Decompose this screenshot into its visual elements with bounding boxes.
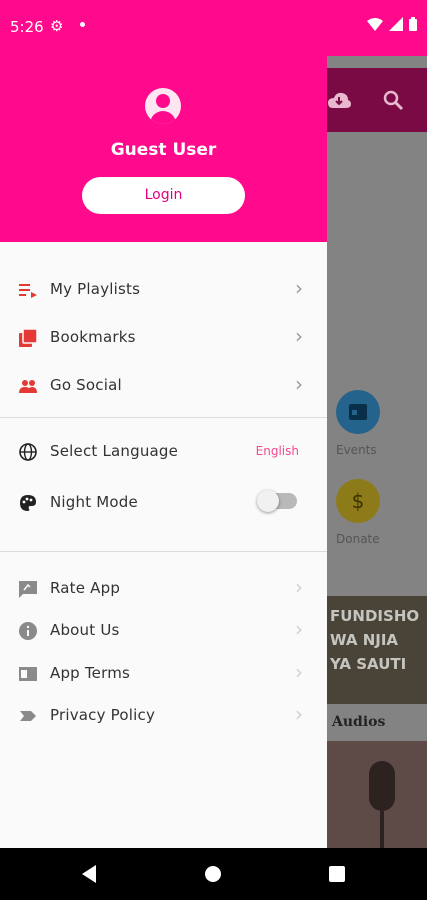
status-icons (367, 17, 417, 31)
cell-signal-icon (389, 17, 403, 31)
rate-icon (18, 579, 38, 599)
status-time: 5:26 (10, 18, 44, 36)
menu-item-label: My Playlists (50, 280, 141, 298)
chevron-right-icon: › (295, 372, 303, 396)
promo-line: YA SAUTI (330, 655, 407, 673)
chevron-right-icon: › (295, 702, 303, 726)
avatar (145, 88, 181, 124)
wifi-icon (367, 18, 383, 31)
night-mode-toggle[interactable] (257, 490, 297, 512)
menu-item-label: Bookmarks (50, 328, 136, 346)
people-icon (18, 376, 38, 396)
menu-item-label: Privacy Policy (50, 706, 156, 724)
back-icon[interactable] (82, 865, 96, 883)
menu-item-app-terms[interactable]: App Terms › (0, 654, 327, 694)
divider (0, 417, 327, 418)
palette-icon (18, 493, 38, 513)
menu-item-select-language[interactable]: Select Language English (0, 432, 327, 472)
globe-icon (18, 442, 38, 462)
menu-item-privacy-policy[interactable]: Privacy Policy › (0, 696, 327, 736)
menu-item-rate-app[interactable]: Rate App › (0, 569, 327, 609)
settings-gear-icon: ⚙ (50, 17, 64, 35)
chevron-right-icon: › (295, 660, 303, 684)
donate-icon[interactable]: $ (336, 479, 380, 523)
svg-text:$: $ (352, 489, 365, 513)
username: Guest User (110, 140, 217, 160)
menu-item-label: Rate App (50, 579, 121, 597)
navigation-drawer: Guest User Login My Playlists › Bookmark… (0, 56, 327, 848)
drawer-header: Guest User Login (0, 56, 327, 242)
notification-dot-icon (80, 22, 85, 27)
menu-item-label: About Us (50, 621, 120, 639)
audio-thumbnail[interactable] (326, 741, 427, 848)
chevron-right-icon: › (295, 324, 303, 348)
recents-icon[interactable] (329, 866, 345, 882)
battery-icon (409, 17, 417, 31)
search-icon[interactable] (380, 88, 406, 114)
menu-item-label: Night Mode (50, 493, 138, 511)
login-button[interactable]: Login (82, 177, 245, 214)
menu-item-label: App Terms (50, 664, 131, 682)
chevron-right-icon: › (295, 575, 303, 599)
bookmarks-icon (18, 328, 38, 348)
home-icon[interactable] (205, 866, 221, 882)
events-label: Events (336, 443, 377, 457)
system-nav-bar (0, 848, 427, 900)
events-icon[interactable] (336, 390, 380, 434)
audios-section-title: Audios (332, 714, 386, 730)
info-icon (18, 621, 38, 641)
menu-item-bookmarks[interactable]: Bookmarks › (0, 318, 327, 358)
cloud-download-icon[interactable] (326, 88, 352, 114)
promo-line: WA NJIA (330, 631, 399, 649)
donate-label: Donate (336, 532, 380, 546)
menu-item-label: Go Social (50, 376, 122, 394)
divider (0, 551, 327, 552)
menu-item-about-us[interactable]: About Us › (0, 611, 327, 651)
promo-banner[interactable]: FUNDISHO WA NJIA YA SAUTI (326, 596, 427, 704)
playlist-icon (18, 280, 38, 300)
selected-language: English (255, 444, 299, 458)
menu-item-go-social[interactable]: Go Social › (0, 366, 327, 406)
menu-item-my-playlists[interactable]: My Playlists › (0, 270, 327, 310)
status-bar: 5:26 ⚙ (0, 0, 427, 56)
chevron-right-icon: › (295, 276, 303, 300)
toggle-knob (257, 490, 279, 512)
chevron-right-icon: › (295, 617, 303, 641)
label-icon (18, 706, 38, 726)
menu-item-night-mode: Night Mode (0, 483, 327, 523)
menu-item-label: Select Language (50, 442, 179, 460)
promo-line: FUNDISHO (330, 607, 420, 625)
terms-icon (18, 664, 38, 684)
